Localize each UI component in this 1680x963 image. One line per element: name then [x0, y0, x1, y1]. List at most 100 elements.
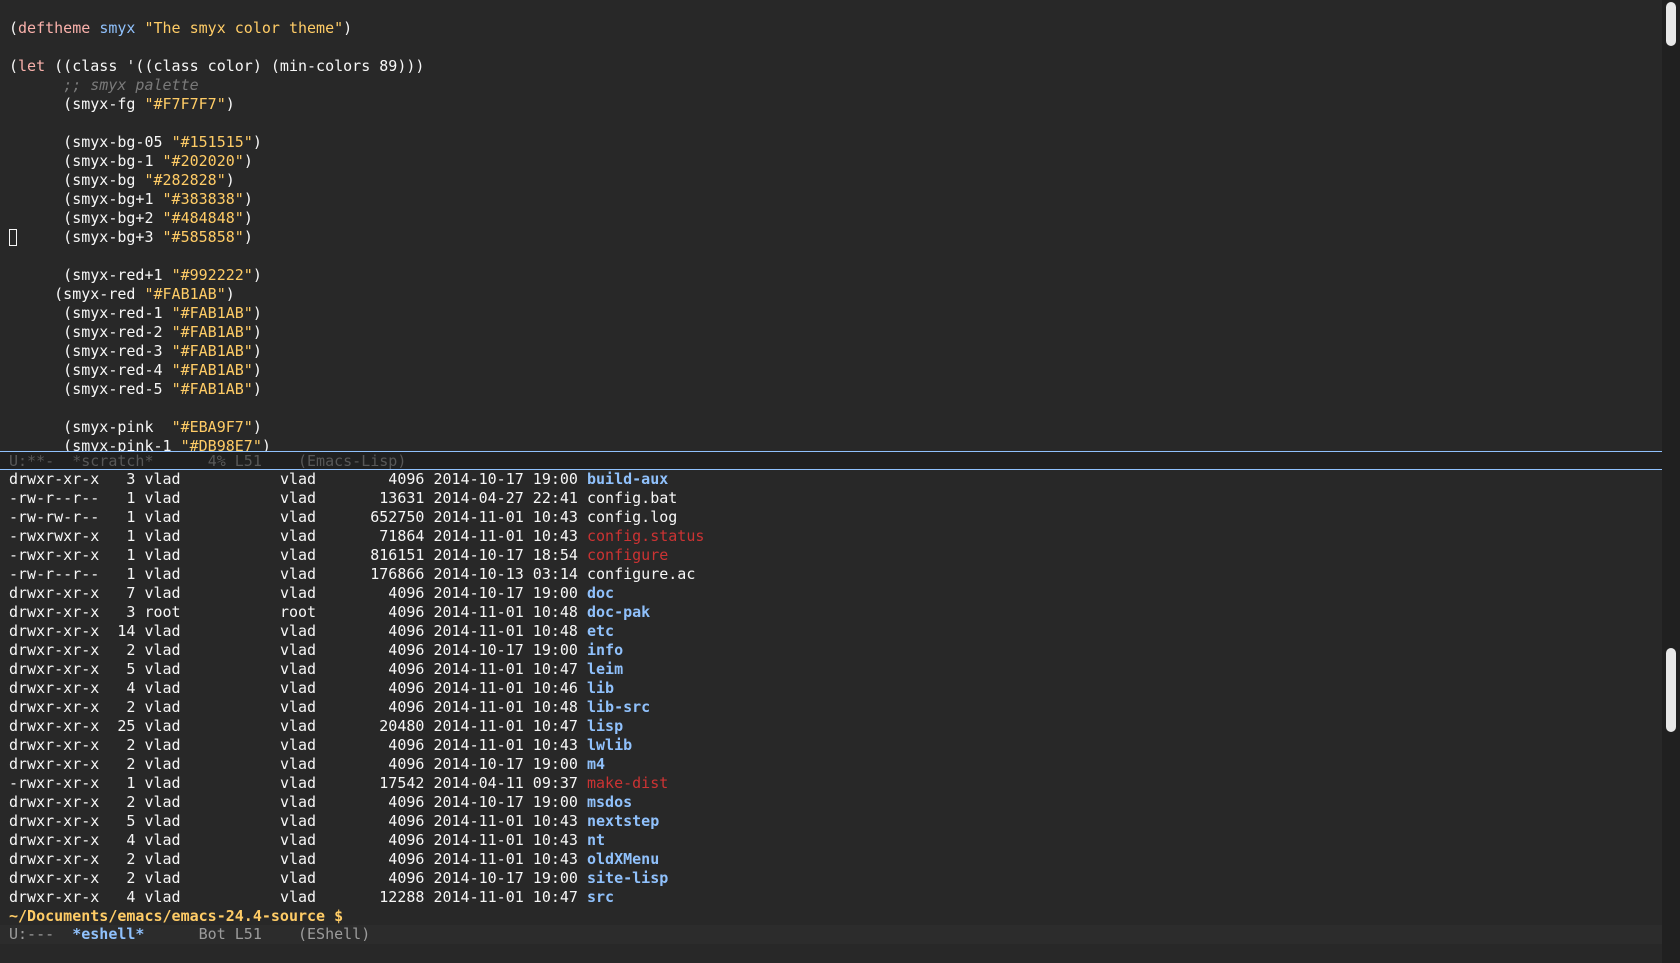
code-line[interactable]: (smyx-bg+2 "#484848")	[0, 209, 1662, 228]
entry-name[interactable]: oldXMenu	[587, 850, 659, 868]
entry-name[interactable]: config.log	[587, 508, 677, 526]
code-line[interactable]: (let ((class '((class color) (min-colors…	[0, 57, 1662, 76]
entry-name[interactable]: lib	[587, 679, 614, 697]
entry-name[interactable]: nt	[587, 831, 605, 849]
entry-name[interactable]: info	[587, 641, 623, 659]
code-line[interactable]: (smyx-bg+3 "#585858")	[0, 228, 1662, 247]
entry-size: 816151	[325, 546, 434, 564]
dir-entry: -rwxr-xr-x 1 vlad vlad 17542 2014-04-11 …	[0, 774, 1662, 793]
code-token: ;; smyx palette	[63, 76, 199, 94]
entry-name[interactable]: build-aux	[587, 470, 668, 488]
code-token: "The smyx color theme"	[144, 19, 344, 37]
entry-name[interactable]: msdos	[587, 793, 632, 811]
code-line[interactable]	[0, 247, 1662, 266]
code-line[interactable]: (deftheme smyx "The smyx color theme")	[0, 19, 1662, 38]
eshell-modeline[interactable]: U:--- *eshell* Bot L51 (EShell)	[0, 925, 1680, 944]
entry-name[interactable]: nextstep	[587, 812, 659, 830]
entry-owner: vlad	[144, 812, 280, 830]
entry-name[interactable]: configure	[587, 546, 668, 564]
entry-links: 3	[108, 470, 145, 488]
dir-entry: drwxr-xr-x 5 vlad vlad 4096 2014-11-01 1…	[0, 812, 1662, 831]
scratch-window[interactable]: (deftheme smyx "The smyx color theme") (…	[0, 0, 1662, 451]
entry-group: vlad	[279, 489, 326, 507]
code-line[interactable]: (smyx-pink "#EBA9F7")	[0, 418, 1662, 437]
directory-listing: drwxr-xr-x 3 vlad vlad 4096 2014-10-17 1…	[0, 470, 1662, 907]
code-line[interactable]: (smyx-red+1 "#992222")	[0, 266, 1662, 285]
code-line[interactable]: (smyx-red-2 "#FAB1AB")	[0, 323, 1662, 342]
entry-perms: drwxr-xr-x	[9, 831, 109, 849]
code-token: "#EBA9F7"	[171, 418, 253, 436]
scrollbar-track[interactable]	[1662, 0, 1680, 963]
entry-group: vlad	[279, 812, 326, 830]
code-line[interactable]: (smyx-bg-05 "#151515")	[0, 133, 1662, 152]
code-token: (smyx-red	[9, 285, 145, 303]
code-line[interactable]: (smyx-bg+1 "#383838")	[0, 190, 1662, 209]
code-line[interactable]	[0, 114, 1662, 133]
entry-size: 4096	[325, 470, 434, 488]
scratch-modeline[interactable]: U:**- *scratch* 4% L51 (Emacs-Lisp)	[0, 451, 1680, 470]
code-token: (smyx-red-5	[9, 380, 172, 398]
entry-links: 1	[108, 774, 145, 792]
eshell-scrollbar-thumb[interactable]	[1666, 648, 1676, 732]
scratch-scrollbar-thumb[interactable]	[1666, 2, 1676, 46]
entry-name[interactable]: m4	[587, 755, 605, 773]
entry-perms: drwxr-xr-x	[9, 812, 109, 830]
code-token: (smyx-bg+1	[9, 190, 163, 208]
entry-perms: drwxr-xr-x	[9, 850, 109, 868]
entry-group: vlad	[279, 869, 326, 887]
code-token: (smyx-bg+2	[9, 209, 163, 227]
entry-name[interactable]: config.status	[587, 527, 704, 545]
entry-links: 2	[108, 641, 145, 659]
echo-area[interactable]	[0, 944, 1680, 963]
code-line[interactable]	[0, 399, 1662, 418]
entry-name[interactable]: make-dist	[587, 774, 668, 792]
eshell-window[interactable]: drwxr-xr-x 3 vlad vlad 4096 2014-10-17 1…	[0, 470, 1662, 925]
entry-name[interactable]: etc	[587, 622, 614, 640]
entry-name[interactable]: site-lisp	[587, 869, 668, 887]
entry-links: 5	[108, 812, 145, 830]
entry-size: 4096	[325, 736, 434, 754]
dir-entry: -rw-r--r-- 1 vlad vlad 13631 2014-04-27 …	[0, 489, 1662, 508]
code-line[interactable]: (smyx-red-1 "#FAB1AB")	[0, 304, 1662, 323]
code-line[interactable]: (smyx-fg "#F7F7F7")	[0, 95, 1662, 114]
dir-entry: drwxr-xr-x 14 vlad vlad 4096 2014-11-01 …	[0, 622, 1662, 641]
code-editor[interactable]: (deftheme smyx "The smyx color theme") (…	[0, 19, 1662, 451]
entry-date: 2014-11-01 10:46	[433, 679, 587, 697]
emacs-frame: (deftheme smyx "The smyx color theme") (…	[0, 0, 1680, 963]
entry-name[interactable]: leim	[587, 660, 623, 678]
entry-perms: drwxr-xr-x	[9, 641, 109, 659]
entry-perms: -rwxr-xr-x	[9, 546, 109, 564]
entry-owner: vlad	[144, 698, 280, 716]
code-line[interactable]: (smyx-red "#FAB1AB")	[0, 285, 1662, 304]
code-line[interactable]: (smyx-red-4 "#FAB1AB")	[0, 361, 1662, 380]
code-line[interactable]	[0, 38, 1662, 57]
code-token: (smyx-bg	[9, 171, 145, 189]
entry-date: 2014-04-11 09:37	[433, 774, 587, 792]
code-line[interactable]: (smyx-red-3 "#FAB1AB")	[0, 342, 1662, 361]
entry-date: 2014-11-01 10:43	[433, 527, 587, 545]
entry-name[interactable]: doc-pak	[587, 603, 650, 621]
code-line[interactable]: (smyx-bg "#282828")	[0, 171, 1662, 190]
entry-name[interactable]: lisp	[587, 717, 623, 735]
entry-name[interactable]: src	[587, 888, 614, 906]
entry-owner: vlad	[144, 470, 280, 488]
entry-name[interactable]: lwlib	[587, 736, 632, 754]
code-token: "#FAB1AB"	[171, 380, 253, 398]
entry-name[interactable]: config.bat	[587, 489, 677, 507]
entry-size: 4096	[325, 641, 434, 659]
entry-name[interactable]: configure.ac	[587, 565, 695, 583]
entry-owner: vlad	[144, 774, 280, 792]
dir-entry: drwxr-xr-x 2 vlad vlad 4096 2014-10-17 1…	[0, 869, 1662, 888]
code-line[interactable]: (smyx-red-5 "#FAB1AB")	[0, 380, 1662, 399]
dir-entry: drwxr-xr-x 3 root root 4096 2014-11-01 1…	[0, 603, 1662, 622]
code-line[interactable]: (smyx-pink-1 "#DB98E7")	[0, 437, 1662, 451]
entry-perms: drwxr-xr-x	[9, 584, 109, 602]
dir-entry: -rwxr-xr-x 1 vlad vlad 816151 2014-10-17…	[0, 546, 1662, 565]
code-line[interactable]: ;; smyx palette	[0, 76, 1662, 95]
entry-links: 2	[108, 698, 145, 716]
code-line[interactable]: (smyx-bg-1 "#202020")	[0, 152, 1662, 171]
eshell-prompt[interactable]: ~/Documents/emacs/emacs-24.4-source $	[0, 907, 343, 925]
entry-name[interactable]: lib-src	[587, 698, 650, 716]
code-token: smyx	[99, 19, 136, 37]
entry-name[interactable]: doc	[587, 584, 614, 602]
